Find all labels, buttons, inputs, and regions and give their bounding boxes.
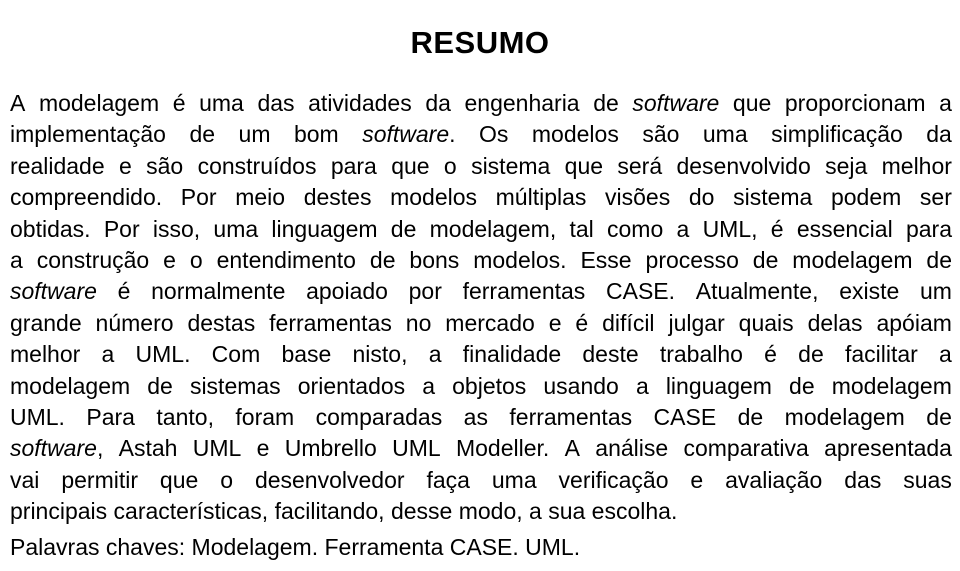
abstract-line: compreendido. Por meio destes modelos múltipl…	[10, 184, 952, 211]
abstract-line: vai permitir que o desenvolvedor faça uma verif…	[10, 466, 952, 493]
page-title: RESUMO	[410, 24, 550, 60]
abstract-line: software, Astah UML e Umbrello UML Modeller. Aa…	[10, 435, 952, 462]
document-page: RESUMO Amodelagem é uma das atividades da enge…	[0, 0, 960, 571]
abstract-line: grande número destas ferramentas no mercado e é…	[10, 309, 952, 336]
abstract-line: melhor a UML. Com base nisto, a finalidade deste…	[10, 341, 952, 368]
keywords-text: Palavras chaves: Modelagem. Ferramenta C…	[10, 534, 581, 560]
abstract-line: realidade e são construídos para que o sistema q…	[10, 152, 952, 179]
abstract-paragraph: Amodelagem é uma das atividades da engenharia d…	[10, 88, 952, 527]
keywords: Palavras chaves: Modelagem. Ferramenta C…	[10, 532, 580, 563]
abstract-line: principais características, facilitando,…	[10, 498, 678, 525]
abstract-line: Amodelagem é uma das atividades da engenharia d…	[10, 90, 952, 116]
abstract-line: a construção e o entendimento de bons modelos. E…	[10, 246, 952, 273]
abstract-line: software é normalmente apoiado por ferramenta…	[10, 278, 952, 305]
abstract-line: implementação de um bom software. Os modelos sã…	[10, 121, 952, 148]
abstract-line: obtidas. Por isso, uma linguagem de modelagem,…	[10, 215, 952, 242]
abstract-line: modelagem de sistemas orientados a objetos usa…	[10, 372, 952, 399]
abstract-line: UML. Para tanto, foram comparadas as ferrament…	[10, 403, 952, 430]
